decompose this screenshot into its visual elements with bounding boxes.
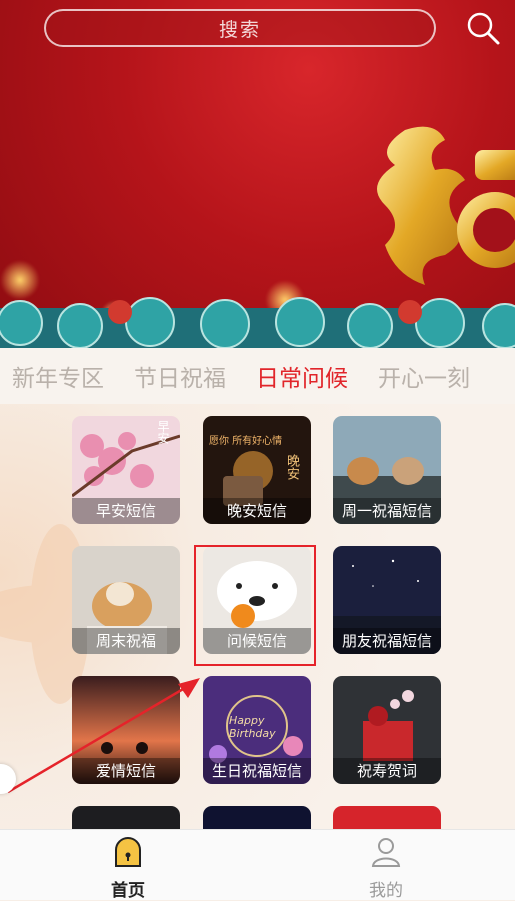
search-input[interactable]: 搜索 <box>44 9 436 47</box>
tab-holiday-wishes[interactable]: 节日祝福 <box>134 359 226 393</box>
card-longevity[interactable]: 祝寿贺词 <box>333 676 441 784</box>
card-label: 周一祝福短信 <box>333 498 441 524</box>
tab-daily-greetings[interactable]: 日常问候 <box>256 359 348 393</box>
cloud-wave-decoration <box>0 297 515 348</box>
birthday-caption: Happy Birthday <box>229 714 276 740</box>
new-year-banner[interactable]: 搜索 <box>0 0 515 348</box>
card-friends[interactable]: 朋友祝福短信 <box>333 546 441 654</box>
card-label: 周末祝福 <box>72 628 180 654</box>
search-placeholder: 搜索 <box>218 18 261 41</box>
tab-new-year[interactable]: 新年专区 <box>12 359 104 393</box>
card-label: 朋友祝福短信 <box>333 628 441 654</box>
annotation-arrow <box>7 678 200 794</box>
card-partial-1[interactable] <box>72 806 180 829</box>
card-night[interactable]: 愿你 所有好心情 晚安 晚安短信 <box>203 416 311 524</box>
card-label: 祝寿贺词 <box>333 758 441 784</box>
card-morning[interactable]: 早安 早安短信 <box>72 416 180 524</box>
card-weekend[interactable]: 周末祝福 <box>72 546 180 654</box>
night-title: 晚安 <box>284 454 299 480</box>
nav-home-label: 首页 <box>111 881 145 901</box>
home-icon <box>115 837 141 867</box>
night-caption: 愿你 所有好心情 <box>209 436 283 447</box>
bottom-nav: 首页 我的 <box>0 829 515 901</box>
highlight-box <box>194 545 316 666</box>
search-icon[interactable] <box>465 10 501 46</box>
card-birthday[interactable]: Happy Birthday 生日祝福短信 <box>203 676 311 784</box>
card-partial-3[interactable] <box>333 806 441 829</box>
tab-happy-moment[interactable]: 开心一刻 <box>378 359 470 393</box>
nav-home[interactable]: 首页 <box>88 836 168 901</box>
card-partial-2[interactable] <box>203 806 311 829</box>
nav-me[interactable]: 我的 <box>346 836 426 901</box>
morning-caption: 早安 <box>156 420 170 444</box>
card-label: 生日祝福短信 <box>203 758 311 784</box>
card-label: 晚安短信 <box>203 498 311 524</box>
category-tabs: 新年专区 节日祝福 日常问候 开心一刻 <box>0 348 515 404</box>
card-monday[interactable]: 周一祝福短信 <box>333 416 441 524</box>
card-label: 早安短信 <box>72 498 180 524</box>
user-icon <box>371 838 401 867</box>
nav-me-label: 我的 <box>369 881 403 901</box>
